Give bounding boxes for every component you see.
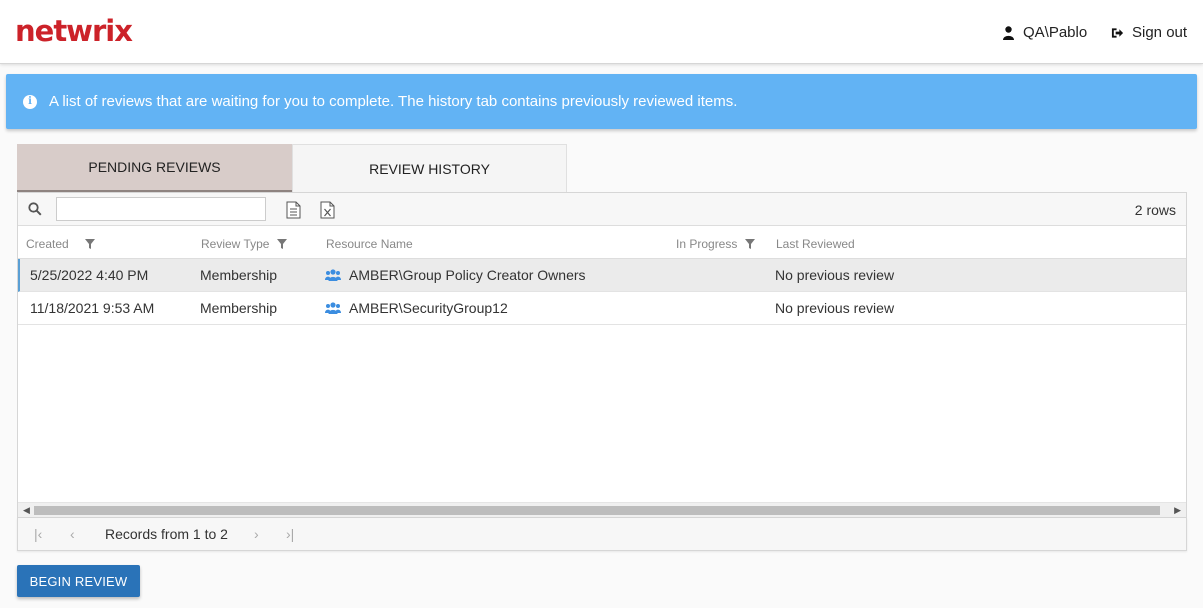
cell-last-reviewed: No previous review — [775, 267, 895, 283]
info-banner: i A list of reviews that are waiting for… — [6, 74, 1197, 129]
cell-created: 11/18/2021 9:53 AM — [30, 300, 155, 316]
group-icon — [325, 302, 341, 314]
column-header-review-type[interactable]: Review Type — [201, 237, 288, 251]
cell-last-reviewed: No previous review — [775, 300, 895, 316]
horizontal-scrollbar[interactable]: ◀ ▶ — [18, 502, 1186, 517]
group-icon — [325, 269, 341, 281]
sign-out-link[interactable]: Sign out — [1111, 24, 1187, 41]
export-excel-icon[interactable] — [320, 201, 335, 219]
export-document-icon[interactable] — [286, 201, 301, 219]
cell-review-type: Membership — [200, 267, 278, 283]
table-row[interactable]: 5/25/2022 4:40 PM Membership AMBER\Group… — [18, 259, 1186, 292]
cell-resource-name: AMBER\Group Policy Creator Owners — [325, 267, 586, 283]
review-tabs: PENDING REVIEWS REVIEW HISTORY — [17, 144, 567, 192]
filter-icon[interactable] — [745, 239, 756, 249]
grid-toolbar: 2 rows — [18, 193, 1186, 226]
column-label: Last Reviewed — [776, 237, 855, 251]
top-header: netwrix QA\Pablo Sign out — [0, 0, 1203, 64]
scroll-right-icon[interactable]: ▶ — [1174, 505, 1181, 516]
last-page-icon[interactable]: ›| — [286, 526, 294, 542]
cell-resource-name: AMBER\SecurityGroup12 — [325, 300, 508, 316]
tab-pending-reviews[interactable]: PENDING REVIEWS — [17, 144, 292, 192]
table-header: Created Review Type Resource Name In Pro… — [18, 227, 1186, 259]
column-header-created[interactable]: Created — [26, 237, 95, 251]
info-icon: i — [23, 94, 37, 109]
column-header-resource-name[interactable]: Resource Name — [326, 237, 413, 251]
column-label: Created — [26, 237, 69, 251]
search-input[interactable] — [56, 197, 266, 221]
user-icon — [1003, 25, 1014, 40]
tab-review-history[interactable]: REVIEW HISTORY — [292, 144, 567, 192]
user-name: QA\Pablo — [1023, 24, 1088, 41]
scroll-left-icon[interactable]: ◀ — [23, 505, 30, 516]
row-count: 2 rows — [1134, 202, 1176, 218]
column-label: Review Type — [201, 237, 270, 251]
netwrix-logo[interactable]: netwrix — [15, 14, 133, 48]
filter-icon[interactable] — [84, 239, 95, 249]
sign-out-icon — [1111, 27, 1124, 38]
sign-out-label: Sign out — [1132, 24, 1188, 41]
search-icon — [28, 202, 42, 216]
table-row[interactable]: 11/18/2021 9:53 AM Membership AMBER\Secu… — [18, 292, 1186, 325]
info-banner-text: A list of reviews that are waiting for y… — [49, 93, 738, 110]
prev-page-icon[interactable]: ‹ — [70, 526, 75, 542]
filter-icon[interactable] — [277, 239, 288, 249]
first-page-icon[interactable]: |‹ — [34, 526, 42, 542]
cell-created: 5/25/2022 4:40 PM — [30, 267, 149, 283]
cell-review-type: Membership — [200, 300, 278, 316]
scrollbar-thumb[interactable] — [34, 506, 1160, 515]
column-header-last-reviewed[interactable]: Last Reviewed — [776, 237, 855, 251]
begin-review-button[interactable]: BEGIN REVIEW — [17, 565, 140, 597]
resource-name-text: AMBER\SecurityGroup12 — [349, 300, 508, 316]
records-range: Records from 1 to 2 — [105, 526, 228, 542]
current-user[interactable]: QA\Pablo — [1002, 24, 1087, 41]
next-page-icon[interactable]: › — [254, 526, 259, 542]
grid-pager: |‹ ‹ Records from 1 to 2 › ›| — [17, 518, 1187, 551]
column-header-in-progress[interactable]: In Progress — [676, 237, 756, 251]
reviews-grid: 2 rows Created Review Type Resource Name… — [17, 192, 1187, 518]
resource-name-text: AMBER\Group Policy Creator Owners — [349, 267, 586, 283]
column-label: Resource Name — [326, 237, 413, 251]
column-label: In Progress — [676, 237, 738, 251]
